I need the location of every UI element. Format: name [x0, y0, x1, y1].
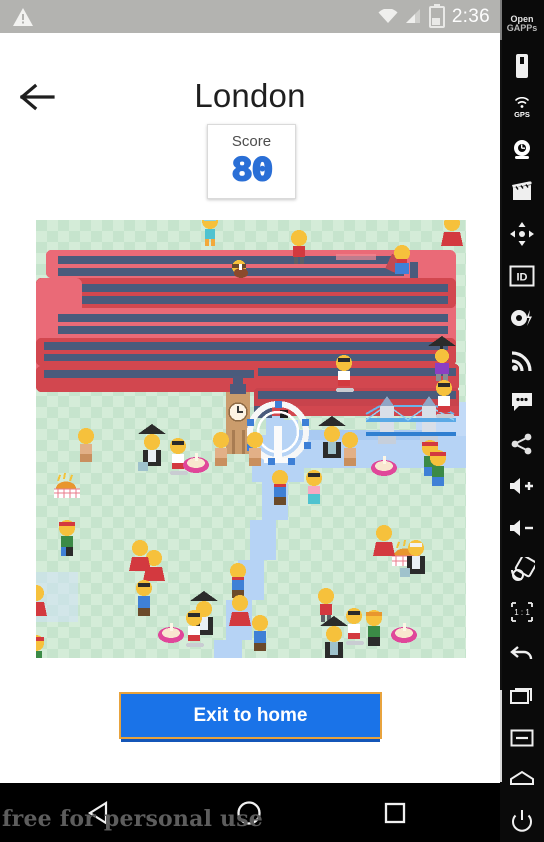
sidebar-item-rotate-screen[interactable]	[500, 549, 544, 591]
sidebar-item-screenshot-flash[interactable]	[500, 297, 544, 339]
emulator-sidebar: Open GAPPs GPS ID 1 : 1	[500, 0, 544, 842]
sidebar-item-device[interactable]	[500, 45, 544, 87]
battery-icon	[428, 3, 445, 28]
warning-triangle-icon	[12, 7, 34, 27]
page-title: London	[194, 77, 306, 114]
clock-text: 2:36	[451, 5, 490, 27]
game-board[interactable]	[36, 220, 466, 658]
score-card: Score 80	[207, 124, 296, 199]
sidebar-item-dpad-move[interactable]	[500, 213, 544, 255]
wifi-icon	[378, 8, 398, 24]
sidebar-item-recents[interactable]	[500, 675, 544, 717]
sidebar-item-gps-label: GPS	[514, 110, 530, 119]
app-bar: London	[0, 33, 500, 114]
sidebar-item-signal-rss[interactable]	[500, 339, 544, 381]
svg-text:ID: ID	[517, 272, 528, 284]
sidebar-item-resize-one-to-one[interactable]: 1 : 1	[500, 591, 544, 633]
sidebar-item-menu[interactable]	[500, 717, 544, 759]
game-board-art	[36, 220, 466, 658]
phone-screen: 2:36 London Score 80 Exit to home free f…	[0, 0, 500, 842]
svg-text:1 : 1: 1 : 1	[514, 608, 530, 617]
sidebar-item-power[interactable]	[500, 800, 544, 842]
opengapps-logo-line2: GAPPs	[506, 23, 538, 33]
sidebar-item-id[interactable]: ID	[500, 255, 544, 297]
status-bar: 2:36	[0, 0, 500, 33]
status-bar-right: 2:36	[378, 3, 500, 28]
sidebar-item-share[interactable]	[500, 423, 544, 465]
sidebar-item-volume-up[interactable]	[500, 465, 544, 507]
sidebar-item-home[interactable]	[500, 757, 544, 799]
exit-to-home-container: Exit to home	[119, 692, 382, 742]
watermark-text: free for personal use	[2, 806, 263, 832]
opengapps-logo: Open GAPPs	[500, 8, 544, 40]
score-value: 80	[231, 152, 274, 189]
nav-recents-square-icon[interactable]	[384, 802, 406, 824]
sidebar-item-gps[interactable]: GPS	[500, 87, 544, 129]
sidebar-item-back-arrow[interactable]	[500, 633, 544, 675]
sidebar-item-video-record[interactable]	[500, 171, 544, 213]
sidebar-item-camera[interactable]	[500, 129, 544, 171]
exit-to-home-button[interactable]: Exit to home	[119, 692, 382, 739]
sidebar-item-volume-down[interactable]	[500, 507, 544, 549]
cell-signal-icon	[405, 9, 422, 24]
score-label: Score	[231, 133, 272, 150]
sidebar-item-sms-message[interactable]	[500, 381, 544, 423]
